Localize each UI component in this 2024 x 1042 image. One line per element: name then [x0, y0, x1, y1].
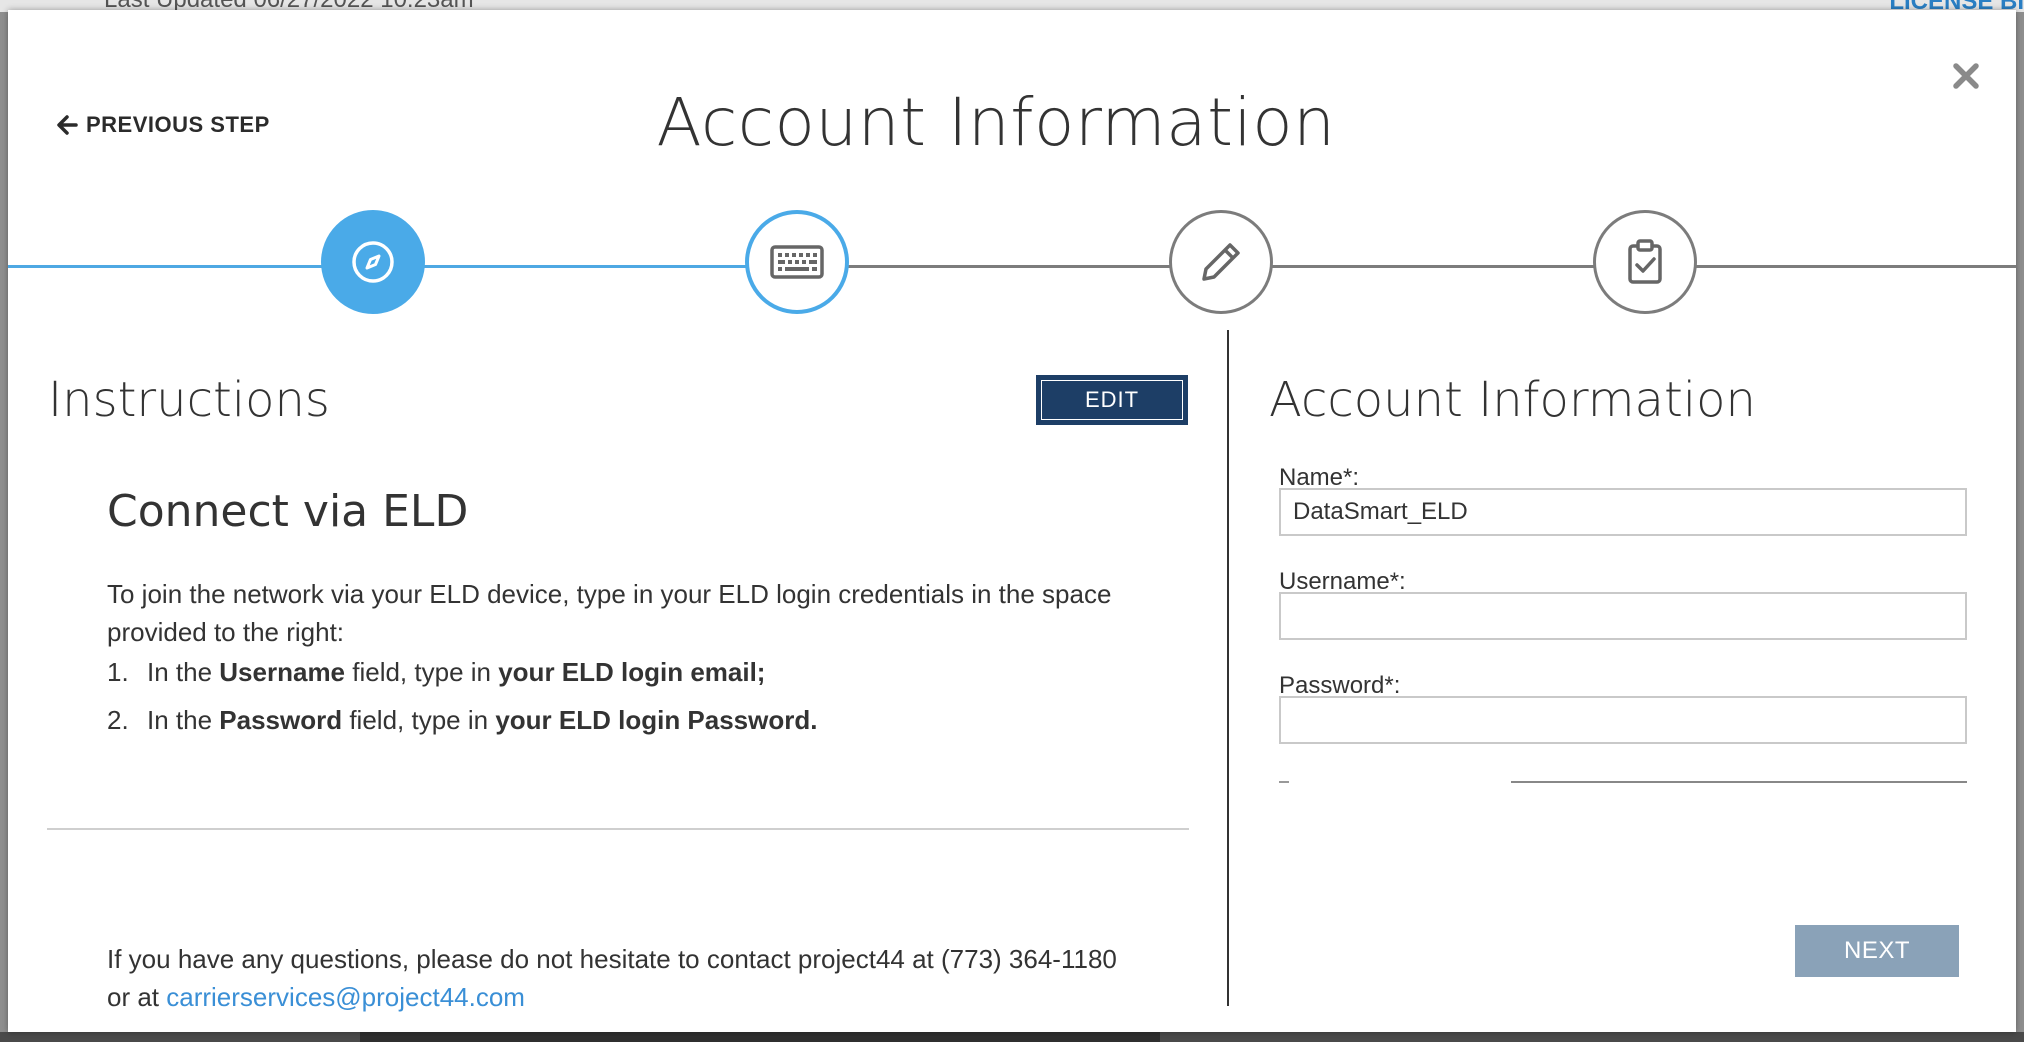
pencil-icon: [1202, 243, 1240, 281]
next-button[interactable]: NEXT: [1795, 925, 1959, 977]
username-input[interactable]: [1279, 592, 1967, 640]
list-item: 1. In the Username field, type in your EL…: [107, 650, 1117, 698]
background-footer-dark: [360, 1032, 1160, 1042]
edit-button[interactable]: EDIT: [1036, 375, 1188, 425]
progress-stepper: [8, 208, 2016, 324]
column-divider: [1227, 330, 1229, 1006]
form-stub-underline: [1511, 781, 1967, 783]
close-icon: [1953, 63, 1979, 89]
section-divider: [47, 828, 1189, 830]
step-3-circle[interactable]: [1169, 210, 1273, 314]
step-number: 2.: [107, 705, 129, 735]
connect-via-eld-heading: Connect via ELD: [107, 486, 469, 537]
instructions-title: Instructions: [48, 372, 330, 428]
instructions-intro: To join the network via your ELD device,…: [107, 579, 1112, 647]
compass-icon: [352, 241, 394, 283]
keyboard-icon: [770, 245, 824, 279]
form-stub-divider: [1279, 781, 1289, 783]
stepper-line-pending: [748, 265, 2016, 268]
step-text: field, type in: [345, 657, 499, 687]
modal-title: Account Information: [656, 84, 1336, 161]
list-item: 2. In the Password field, type in your EL…: [107, 698, 1117, 746]
contact-email-link[interactable]: carrierservices@project44.com: [166, 982, 525, 1012]
step-text: In the: [147, 657, 220, 687]
step-2-circle[interactable]: [745, 210, 849, 314]
step-field-name: Username: [219, 657, 346, 687]
step-1-circle[interactable]: [321, 210, 425, 314]
password-input[interactable]: [1279, 696, 1967, 744]
account-information-modal: PREVIOUS STEP Account Information Instru…: [8, 10, 2016, 1032]
step-field-value: your ELD login Password.: [495, 705, 818, 735]
step-number: 1.: [107, 657, 129, 687]
close-button[interactable]: [1946, 56, 1986, 96]
contact-info: If you have any questions, please do not…: [107, 940, 1117, 1016]
step-text: field, type in: [342, 705, 496, 735]
step-4-circle[interactable]: [1593, 210, 1697, 314]
step-field-value: your ELD login email;: [498, 657, 766, 687]
account-form-title: Account Information: [1269, 372, 1756, 428]
name-input[interactable]: [1279, 488, 1967, 536]
step-field-name: Password: [219, 705, 343, 735]
step-text: In the: [147, 705, 220, 735]
clipboard-check-icon: [1628, 239, 1662, 284]
instruction-steps: 1. In the Username field, type in your EL…: [107, 650, 1117, 746]
